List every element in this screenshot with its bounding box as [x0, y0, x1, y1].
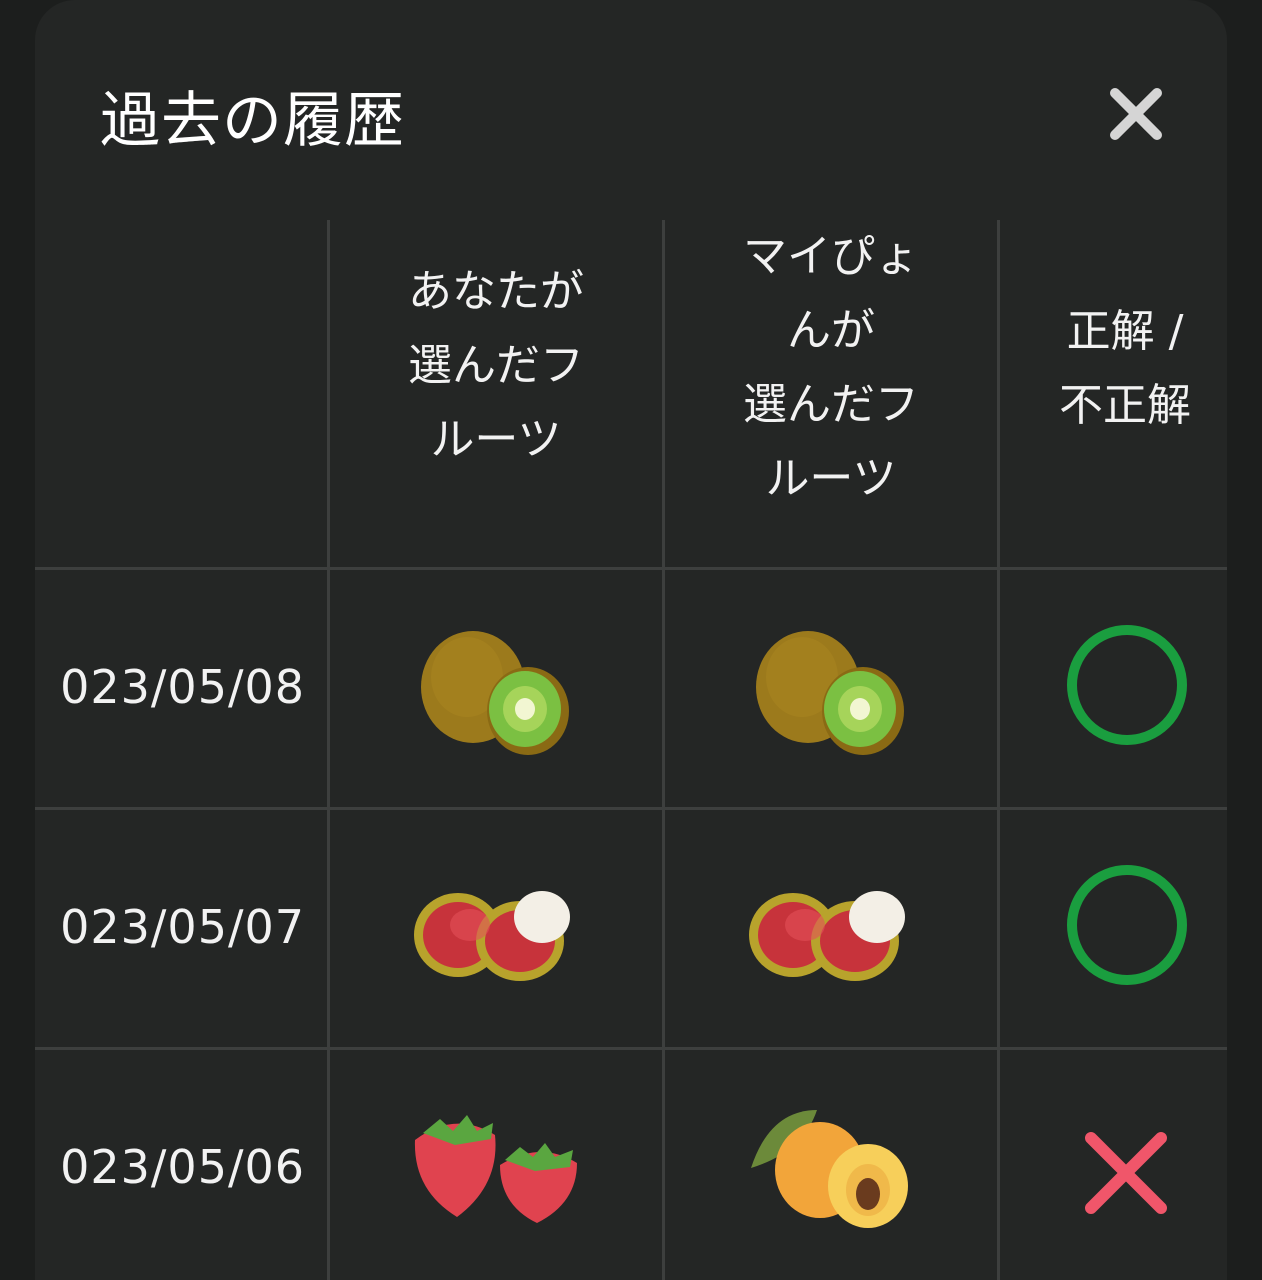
- rambutan-icon: [414, 891, 570, 981]
- row-divider: [35, 1047, 1227, 1050]
- correct-circle-icon: [1067, 625, 1187, 745]
- rambutan-icon: [749, 891, 905, 981]
- close-icon[interactable]: [1107, 85, 1165, 143]
- kiwi-icon: [756, 631, 904, 755]
- incorrect-cross-icon: [1085, 1132, 1167, 1214]
- row-divider: [35, 807, 1227, 810]
- correct-circle-icon: [1067, 865, 1187, 985]
- kiwi-icon: [421, 631, 569, 755]
- history-modal: 過去の履歴 あなたが 選んだフ ルーツ マイぴょ んが 選んだフ ルーツ 正解 …: [35, 0, 1227, 1280]
- row-date: 023/05/07: [60, 900, 305, 954]
- modal-title: 過去の履歴: [100, 86, 405, 156]
- history-table: あなたが 選んだフ ルーツ マイぴょ んが 選んだフ ルーツ 正解 / 不正解 …: [35, 220, 1227, 1280]
- strawberry-icon: [414, 1115, 577, 1223]
- row-date: 023/05/08: [60, 660, 305, 714]
- header-mypiyo-fruit-label: マイぴょ んが 選んだフ ルーツ: [743, 231, 919, 504]
- header-result: 正解 / 不正解: [1000, 295, 1227, 443]
- row-divider: [35, 567, 1227, 570]
- loquat-icon: [751, 1110, 908, 1228]
- header-result-label: 正解 / 不正解: [1059, 306, 1191, 431]
- header-your-fruit-label: あなたが 選んだフ ルーツ: [408, 266, 584, 465]
- header-mypiyo-fruit: マイぴょ んが 選んだフ ルーツ: [665, 220, 997, 516]
- row-date: 023/05/06: [60, 1140, 305, 1194]
- header-your-fruit: あなたが 選んだフ ルーツ: [330, 255, 662, 477]
